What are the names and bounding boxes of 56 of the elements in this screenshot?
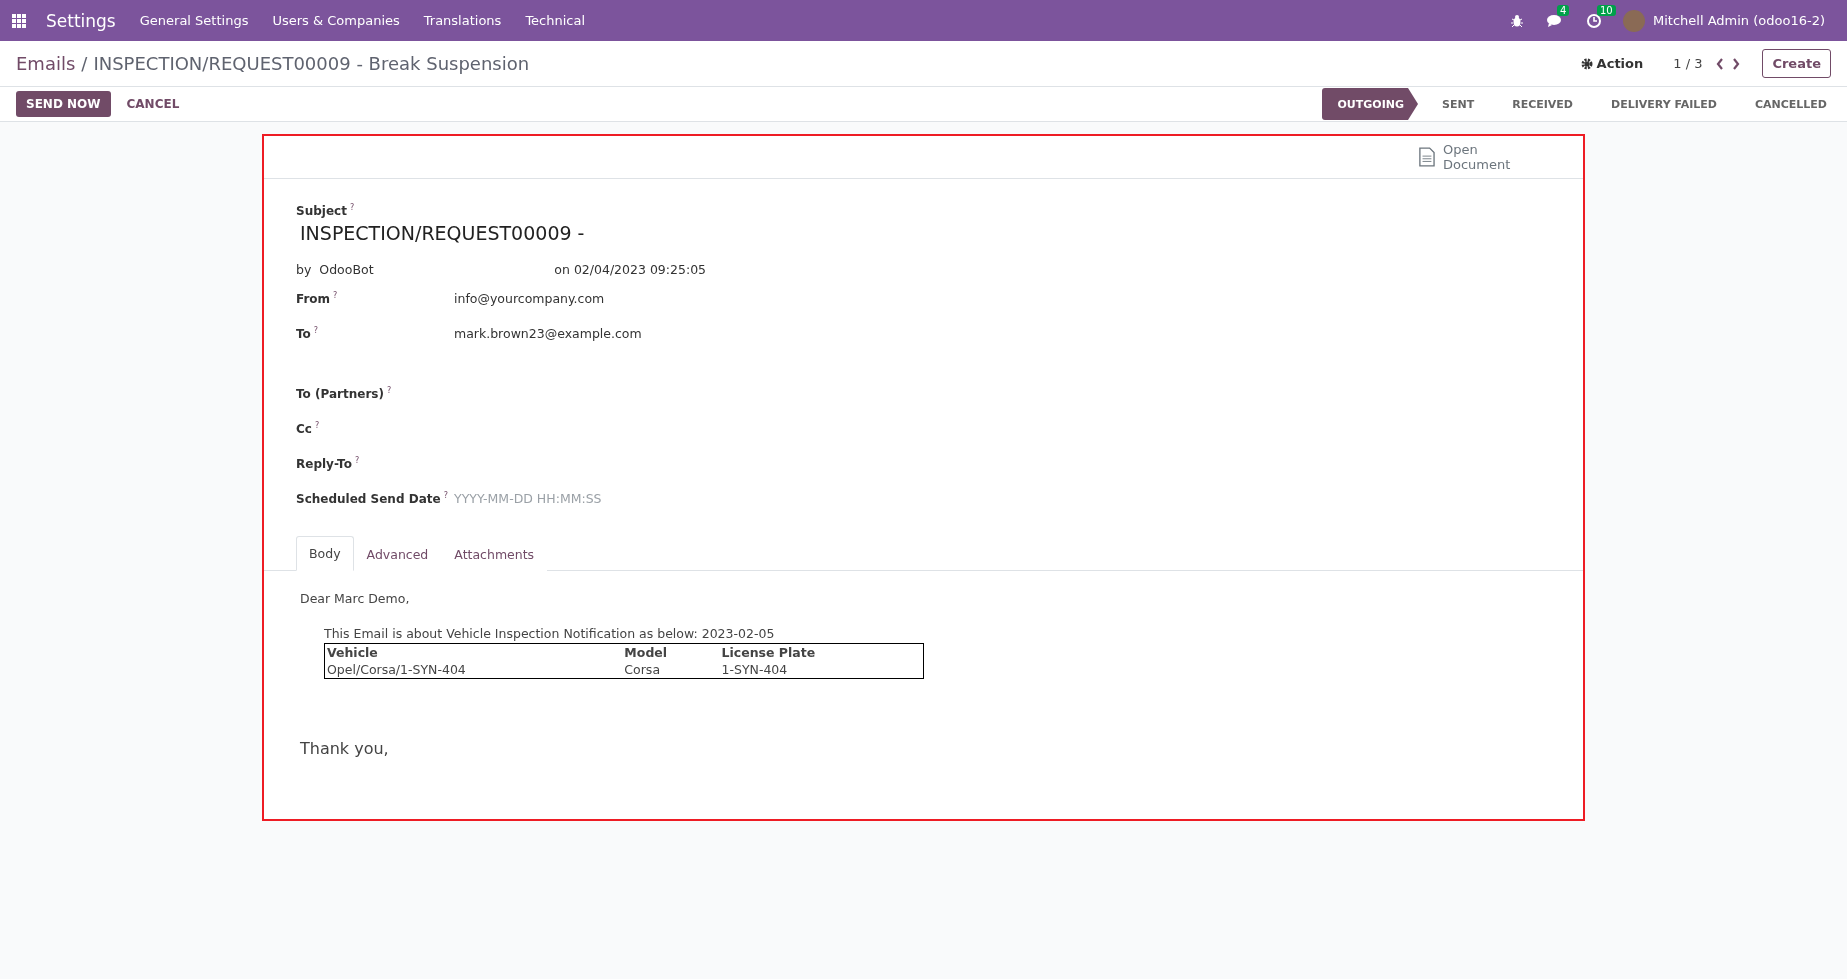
- help-tooltip-icon[interactable]: ?: [349, 203, 355, 212]
- help-tooltip-icon[interactable]: ?: [333, 291, 338, 300]
- notebook-tab[interactable]: Body: [296, 536, 354, 571]
- navbar-menu-item[interactable]: Users & Companies: [262, 13, 410, 28]
- navbar-menu-item[interactable]: Translations: [413, 13, 512, 28]
- help-tooltip-icon[interactable]: ?: [314, 421, 320, 430]
- action-menu-button[interactable]: Action: [1574, 55, 1650, 72]
- field-label: To: [296, 327, 311, 341]
- record-title: INSPECTION/REQUEST00009 - Break Suspension: [93, 53, 530, 74]
- chat-icon[interactable]: [1547, 13, 1563, 28]
- intro-text: This Email is about Vehicle Inspection Notification as below: 2023-02-05: [324, 626, 776, 641]
- create-button[interactable]: Create: [1762, 49, 1831, 78]
- field-label: From: [296, 292, 331, 306]
- field-label: Subject: [296, 204, 347, 218]
- cancel-button[interactable]: CANCEL: [116, 91, 190, 117]
- user-menu[interactable]: Mitchell Admin (odoo16-2): [1649, 13, 1835, 28]
- table-header: License Plate: [719, 643, 924, 661]
- message-count-badge: 4: [1557, 4, 1570, 16]
- apps-menu-icon[interactable]: [12, 13, 26, 28]
- table-cell: Opel/Corsa/1-SYN-404: [324, 661, 623, 679]
- app-title[interactable]: Settings: [36, 10, 126, 31]
- breadcrumb-link[interactable]: Emails: [16, 53, 76, 74]
- table-header: Model: [622, 643, 720, 661]
- chevron-right-icon: [1732, 57, 1741, 70]
- status-step[interactable]: OUTGOING: [1321, 88, 1418, 120]
- help-tooltip-icon[interactable]: ?: [443, 491, 448, 500]
- subject-value: INSPECTION/REQUEST00009 -: [300, 222, 586, 244]
- navbar-menu-item[interactable]: General Settings: [129, 13, 259, 28]
- closing-text: Thank you,: [300, 739, 390, 758]
- help-tooltip-icon[interactable]: ?: [354, 456, 360, 465]
- gear-icon: [1580, 57, 1593, 70]
- field-value: mark.brown23@example.com: [454, 326, 643, 341]
- send-now-button[interactable]: SEND NOW: [16, 91, 111, 117]
- help-tooltip-icon[interactable]: ?: [313, 326, 319, 335]
- author-prefix: by: [296, 262, 312, 277]
- author-name: OdooBot: [319, 262, 375, 277]
- navbar-menu-item[interactable]: Technical: [515, 13, 596, 28]
- table-cell: 1-SYN-404: [719, 661, 924, 679]
- chevron-left-icon: [1716, 57, 1725, 70]
- activity-count-badge: 10: [1597, 4, 1616, 16]
- breadcrumb-separator: /: [81, 53, 88, 74]
- open-document-button[interactable]: Open Document: [1413, 136, 1543, 178]
- help-tooltip-icon[interactable]: ?: [386, 386, 392, 395]
- field-label: Reply-To: [296, 457, 352, 471]
- field-label: Cc: [296, 422, 312, 436]
- bug-icon[interactable]: [1511, 14, 1523, 27]
- greeting-text: Dear Marc Demo,: [300, 591, 411, 606]
- table-header: Vehicle: [324, 643, 623, 661]
- field-value: info@yourcompany.com: [454, 291, 606, 306]
- document-icon: [1419, 146, 1435, 168]
- table-cell: Corsa: [622, 661, 720, 679]
- pager-value: 1 / 3: [1673, 56, 1703, 71]
- field-label: Scheduled Send Date: [296, 492, 441, 506]
- sent-date: on 02/04/2023 09:25:05: [554, 262, 707, 277]
- clock-icon[interactable]: [1587, 13, 1601, 28]
- field-label: To (Partners): [296, 387, 384, 401]
